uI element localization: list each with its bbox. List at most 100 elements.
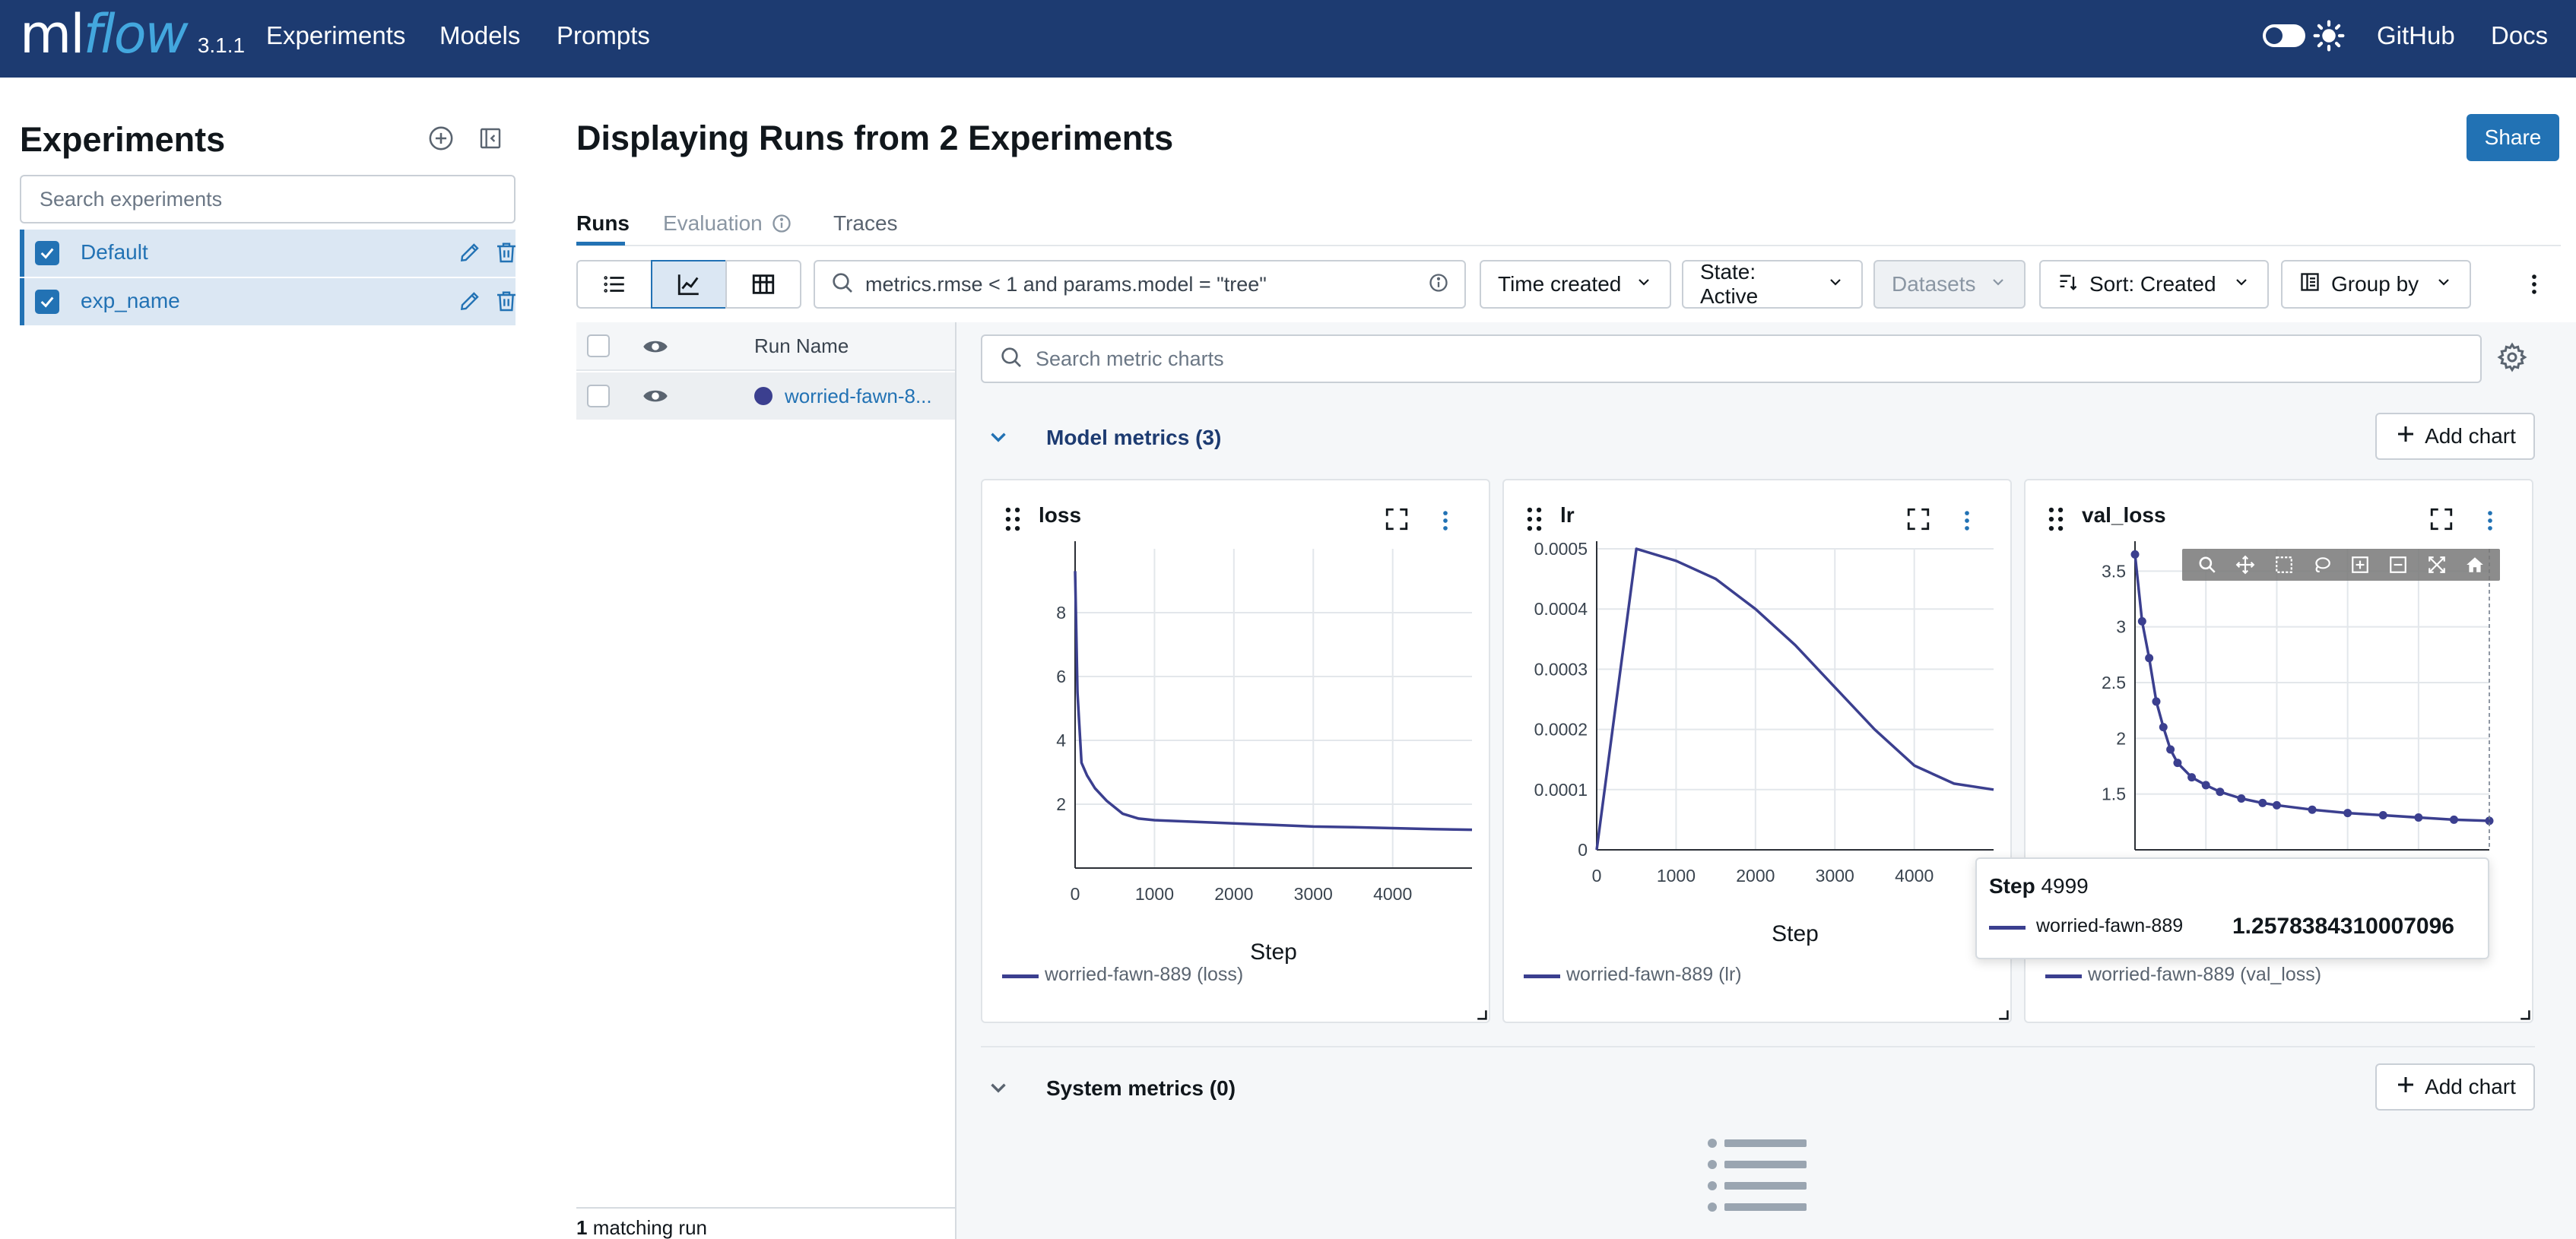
run-filter-box[interactable] <box>814 260 1466 309</box>
state-dropdown[interactable]: State: Active <box>1682 260 1863 309</box>
group-icon <box>2299 271 2321 298</box>
experiment-checkbox[interactable] <box>35 290 59 314</box>
dark-mode-toggle[interactable] <box>2263 24 2305 47</box>
pan-icon[interactable] <box>2234 553 2257 576</box>
run-color-dot[interactable] <box>754 387 772 405</box>
series-line <box>1595 547 1994 851</box>
chevron-down-icon[interactable] <box>985 424 1011 454</box>
view-list-button[interactable] <box>576 260 652 309</box>
chart-card-lr[interactable]: lr 0 0.0001 0.0002 0.0003 0.0004 0.0005 0 1000 2… <box>1502 479 2012 1023</box>
experiment-search-input[interactable] <box>21 176 514 222</box>
loss-line-chart[interactable]: 2 4 6 8 0 1000 2000 3000 4000 Step <box>982 480 1492 1025</box>
autoscale-icon[interactable] <box>2425 553 2448 576</box>
chevron-down-icon[interactable] <box>985 1075 1011 1104</box>
more-options-icon[interactable] <box>2521 269 2547 303</box>
y-tick-label: 0.0004 <box>1534 599 1588 619</box>
legend-label[interactable]: worried-fawn-889 (val_loss) <box>2088 964 2321 986</box>
nav-github[interactable]: GitHub <box>2377 21 2455 50</box>
column-run-name[interactable]: Run Name <box>754 334 849 358</box>
legend-label[interactable]: worried-fawn-889 (loss) <box>1045 964 1243 986</box>
plus-icon <box>2394 1073 2417 1101</box>
x-tick-label: 1000 <box>1657 866 1696 886</box>
trash-icon[interactable] <box>494 240 519 268</box>
add-chart-button[interactable]: Add chart <box>2375 413 2535 460</box>
dropdown-label: Time created <box>1498 272 1622 296</box>
sun-icon[interactable] <box>2313 20 2345 55</box>
datasets-dropdown[interactable]: Datasets <box>1873 260 2026 309</box>
chevron-down-icon <box>2435 272 2453 296</box>
resize-handle-icon[interactable] <box>1997 1008 2009 1024</box>
data-point <box>2414 813 2423 822</box>
edit-icon[interactable] <box>458 240 482 268</box>
y-tick-label: 1.5 <box>2102 784 2126 804</box>
y-tick-label: 2 <box>1056 794 1066 814</box>
zoom-out-icon[interactable] <box>2387 553 2409 576</box>
add-experiment-icon[interactable] <box>426 123 456 154</box>
nav-prompts[interactable]: Prompts <box>557 21 650 50</box>
tab-active-indicator <box>576 242 625 246</box>
zoom-icon[interactable] <box>2196 553 2219 576</box>
y-tick-label: 8 <box>1056 603 1066 623</box>
eye-icon[interactable] <box>642 382 669 414</box>
chart-hover-tooltip: Step 4999 worried-fawn-889 1.25783843100… <box>1975 857 2489 959</box>
experiment-search[interactable] <box>20 175 516 223</box>
nav-models[interactable]: Models <box>439 21 520 50</box>
add-chart-button[interactable]: Add chart <box>2375 1063 2535 1111</box>
sort-dropdown[interactable]: Sort: Created <box>2039 260 2269 309</box>
collapse-sidebar-icon[interactable] <box>475 123 506 154</box>
view-table-button[interactable] <box>725 260 801 309</box>
tab-runs[interactable]: Runs <box>576 211 630 236</box>
trash-icon[interactable] <box>494 289 519 317</box>
search-icon <box>999 345 1023 373</box>
experiment-name[interactable]: exp_name <box>81 289 180 313</box>
resize-handle-icon[interactable] <box>2518 1008 2530 1024</box>
row-checkbox[interactable] <box>587 385 610 407</box>
dropdown-label: Group by <box>2331 272 2419 296</box>
mlflow-logo[interactable]: mlflow 3.1.1 <box>20 3 245 73</box>
group-by-dropdown[interactable]: Group by <box>2281 260 2471 309</box>
chart-card-loss[interactable]: loss 2 4 6 8 0 1000 2000 3000 4000 Step worried-f… <box>981 479 1490 1023</box>
metric-chart-search[interactable] <box>981 334 2482 383</box>
share-button[interactable]: Share <box>2467 114 2559 161</box>
dropdown-label: State: Active <box>1700 260 1759 308</box>
edit-icon[interactable] <box>458 289 482 317</box>
experiment-name[interactable]: Default <box>81 240 148 265</box>
legend-label[interactable]: worried-fawn-889 (lr) <box>1566 964 1742 986</box>
top-nav: mlflow 3.1.1 Experiments Models Prompts … <box>0 0 2576 78</box>
gear-icon[interactable] <box>2497 342 2527 376</box>
lasso-select-icon[interactable] <box>2311 553 2333 576</box>
tab-evaluation[interactable]: Evaluation <box>663 211 763 236</box>
home-icon[interactable] <box>2463 553 2486 576</box>
page-title: Displaying Runs from 2 Experiments <box>576 119 1174 157</box>
data-point <box>2166 745 2175 754</box>
box-select-icon[interactable] <box>2273 553 2295 576</box>
system-metrics-title[interactable]: System metrics (0) <box>1046 1076 1236 1101</box>
model-metrics-title[interactable]: Model metrics (3) <box>1046 426 1221 450</box>
experiment-item-exp-name[interactable]: exp_name <box>20 278 516 325</box>
nav-experiments[interactable]: Experiments <box>266 21 405 50</box>
search-icon <box>830 271 855 299</box>
select-all-checkbox[interactable] <box>587 334 610 357</box>
metric-chart-search-input[interactable] <box>1036 337 2463 380</box>
zoom-in-icon[interactable] <box>2349 553 2371 576</box>
nav-docs[interactable]: Docs <box>2491 21 2548 50</box>
lr-line-chart[interactable]: 0 0.0001 0.0002 0.0003 0.0004 0.0005 0 1000 2000… <box>1504 480 2013 1025</box>
tab-traces[interactable]: Traces <box>833 211 898 236</box>
info-icon[interactable] <box>1428 272 1449 297</box>
run-name-link[interactable]: worried-fawn-8... <box>785 385 932 408</box>
experiment-checkbox[interactable] <box>35 241 59 265</box>
y-tick-label: 0.0003 <box>1534 659 1588 679</box>
resize-handle-icon[interactable] <box>1475 1008 1487 1024</box>
view-chart-button[interactable] <box>651 260 727 309</box>
eye-icon[interactable] <box>642 333 669 364</box>
experiment-item-default[interactable]: Default <box>20 230 516 277</box>
y-tick-label: 0.0001 <box>1534 780 1588 800</box>
table-row[interactable]: worried-fawn-8... <box>576 372 955 420</box>
y-tick-label: 6 <box>1056 667 1066 686</box>
run-filter-input[interactable] <box>865 263 1417 306</box>
sort-icon <box>2057 271 2079 298</box>
dropdown-label: Sort: Created <box>2089 272 2216 296</box>
time-created-dropdown[interactable]: Time created <box>1480 260 1671 309</box>
tab-divider <box>576 245 2561 246</box>
series-line <box>2133 554 2490 822</box>
